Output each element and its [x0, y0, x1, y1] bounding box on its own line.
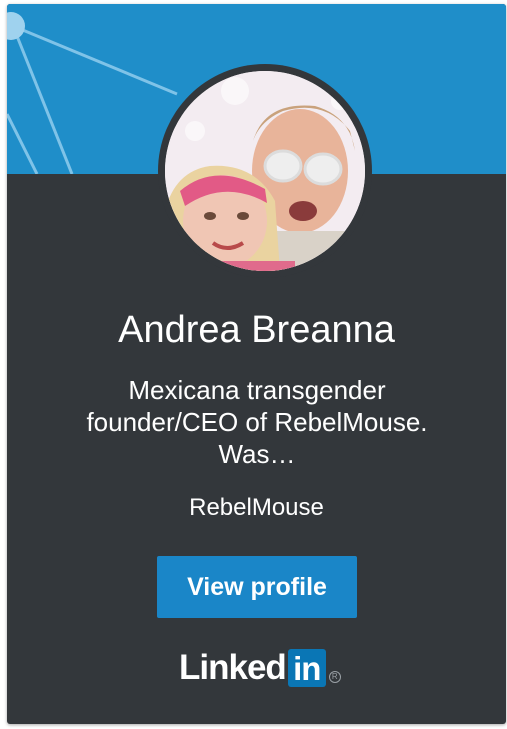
registered-mark-icon: R [328, 671, 341, 683]
profile-card: Andrea Breanna Mexicana transgender foun… [7, 4, 506, 724]
avatar[interactable] [165, 71, 365, 271]
logo-word: Linked [179, 648, 287, 687]
profile-headline: Mexicana transgender founder/CEO of Rebe… [86, 375, 428, 469]
profile-company: RebelMouse [189, 494, 324, 521]
profile-name: Andrea Breanna [118, 309, 395, 351]
view-profile-button[interactable]: View profile [157, 556, 357, 618]
linkedin-logo-icon[interactable]: Linked in R [179, 648, 341, 688]
logo-in-box: in [287, 649, 326, 687]
avatar-frame [158, 64, 372, 278]
profile-photo-icon [165, 71, 365, 271]
